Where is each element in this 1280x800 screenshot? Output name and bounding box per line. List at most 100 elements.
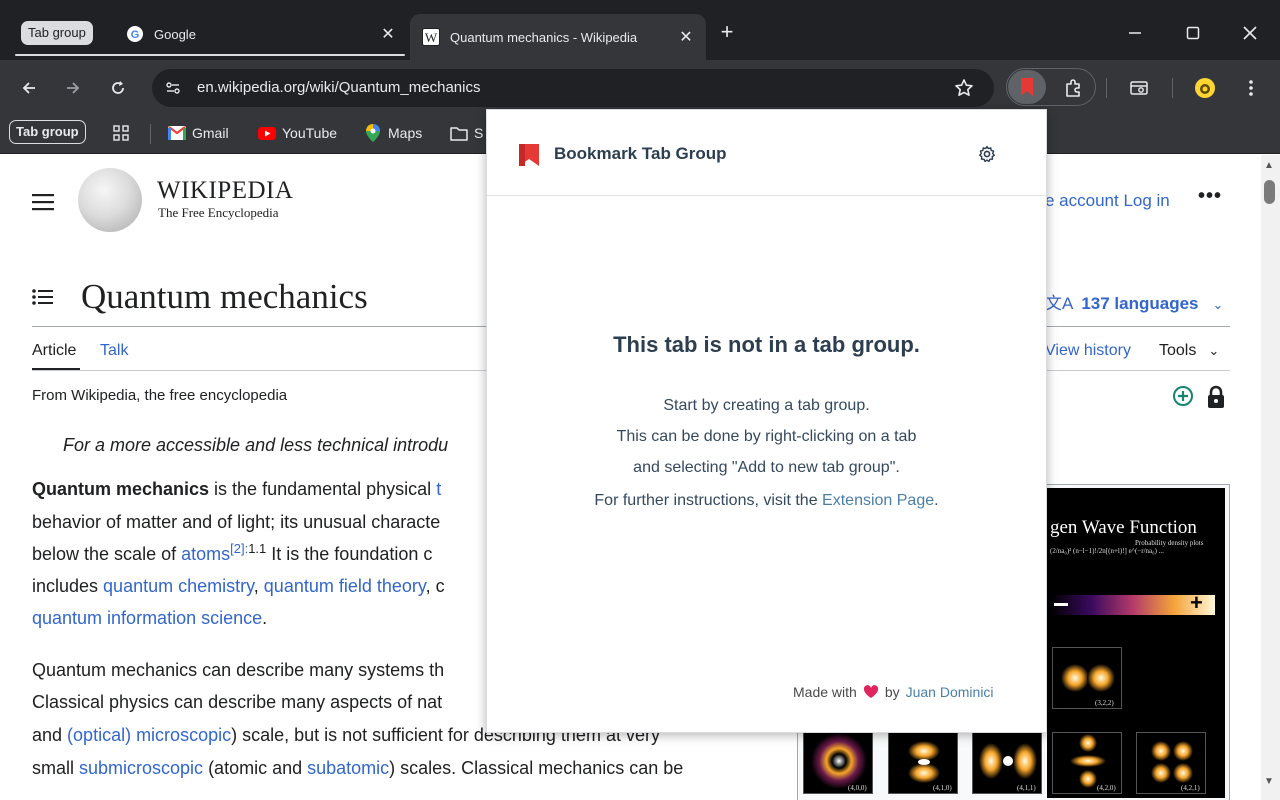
- subatomic-link[interactable]: subatomic: [307, 758, 389, 778]
- wikipedia-globe-logo[interactable]: [78, 168, 142, 232]
- tab-wikipedia[interactable]: W Quantum mechanics - Wikipedia ✕: [410, 14, 706, 60]
- minimize-button[interactable]: [1122, 20, 1148, 46]
- site-sub: From Wikipedia, the free encyclopedia: [32, 387, 288, 404]
- bookmark-folder[interactable]: S: [450, 123, 483, 143]
- bookmark-label: S: [474, 125, 484, 141]
- tools-label: Tools: [1159, 342, 1197, 359]
- main-menu-icon[interactable]: [32, 193, 54, 216]
- maximize-button[interactable]: [1180, 20, 1206, 46]
- extensions-puzzle-icon[interactable]: [1060, 75, 1086, 101]
- quantum-chemistry-link[interactable]: quantum chemistry: [103, 576, 254, 596]
- scroll-down-icon[interactable]: ▼: [1264, 776, 1274, 787]
- footer-text: Made with: [793, 684, 857, 700]
- orbital-plot: (4,2,1): [1136, 732, 1206, 794]
- svg-text:G: G: [131, 29, 140, 41]
- reload-button[interactable]: [105, 75, 131, 101]
- orbital-plot: (4,0,0): [803, 732, 873, 794]
- back-button[interactable]: [16, 75, 42, 101]
- more-options-icon[interactable]: •••: [1198, 185, 1222, 208]
- bookmark-tab-group-chip[interactable]: Tab group: [9, 120, 86, 144]
- reading-mode-icon[interactable]: [1126, 75, 1152, 101]
- paragraph-line: Quantum mechanics can describe many syst…: [32, 660, 445, 680]
- bookmark-youtube[interactable]: YouTube: [258, 123, 337, 143]
- orbital-label: (4,2,1): [1181, 784, 1200, 792]
- citation-link[interactable]: [2]:: [230, 541, 248, 556]
- tools-menu[interactable]: Tools ⌄: [1159, 342, 1219, 360]
- wikipedia-tagline: The Free Encyclopedia: [158, 205, 279, 220]
- footer-text: by: [884, 684, 900, 700]
- maps-pin-icon: [364, 124, 382, 142]
- orbital-label: (4,1,1): [1017, 784, 1036, 792]
- bookmark-label: YouTube: [282, 125, 338, 141]
- bookmark-label: Maps: [388, 125, 423, 141]
- scroll-up-icon[interactable]: ▲: [1264, 160, 1274, 171]
- orbital-plot: (4,1,1): [972, 732, 1042, 794]
- close-window-button[interactable]: [1237, 20, 1263, 46]
- atoms-link[interactable]: atoms: [181, 544, 230, 564]
- page-title: Quantum mechanics: [81, 277, 368, 316]
- tab-group-underline: [15, 54, 405, 56]
- heart-icon: [863, 685, 879, 699]
- settings-gear-icon[interactable]: [976, 143, 998, 165]
- bookmark-tab-group-popup: Bookmark Tab Group This tab is not in a …: [486, 109, 1047, 733]
- popup-footer: Made with by Juan Dominici: [793, 684, 994, 700]
- lock-icon[interactable]: [1206, 385, 1226, 414]
- submicroscopic-link[interactable]: submicroscopic: [79, 758, 203, 778]
- paragraph-line: below the scale of atoms[2]:1.1 It is th…: [32, 541, 433, 564]
- tab-view-history[interactable]: View history: [1045, 342, 1131, 360]
- quantum-information-science-link[interactable]: quantum information science: [32, 608, 262, 628]
- instruction-line: This can be done by right-clicking on a …: [616, 428, 917, 445]
- forward-button[interactable]: [60, 75, 86, 101]
- paragraph-line: behavior of matter and of light; its unu…: [32, 512, 441, 532]
- tab-group-chip[interactable]: Tab group: [21, 21, 93, 45]
- tab-article[interactable]: Article: [32, 342, 76, 360]
- orbital-plot: (4,2,0): [1052, 732, 1122, 794]
- new-tab-button[interactable]: +: [716, 21, 738, 44]
- tab-google[interactable]: G Google ✕: [118, 16, 406, 52]
- author-link[interactable]: Juan Dominici: [906, 684, 994, 700]
- profile-avatar[interactable]: [1192, 75, 1218, 101]
- table-of-contents-icon[interactable]: [32, 288, 54, 311]
- extension-page-link[interactable]: Extension Page: [822, 492, 934, 509]
- scrollbar-thumb[interactable]: [1264, 180, 1275, 204]
- site-settings-icon[interactable]: [160, 75, 186, 101]
- paragraph-line: quantum information science.: [32, 608, 268, 628]
- bookmark-star-icon[interactable]: [951, 75, 977, 101]
- wikipedia-wordmark[interactable]: WIKIPEDIA: [157, 177, 293, 205]
- tab-talk[interactable]: Talk: [100, 342, 128, 360]
- tab-title: Google: [154, 26, 196, 42]
- languages-label: 137 languages: [1081, 294, 1199, 313]
- close-tab-icon[interactable]: ✕: [378, 24, 398, 44]
- inline-link[interactable]: t: [436, 479, 441, 499]
- account-links[interactable]: e account Log in: [1045, 191, 1170, 211]
- svg-text:W: W: [425, 30, 438, 45]
- bookmark-logo-icon: [517, 142, 541, 173]
- chrome-menu-icon[interactable]: [1238, 75, 1264, 101]
- orbital-plot: (4,1,0): [888, 732, 958, 794]
- languages-button[interactable]: 文A 137 languages ⌄: [1045, 289, 1223, 314]
- apps-grid-icon[interactable]: [112, 123, 130, 143]
- wave-function-subtitle: Probability density plots: [1135, 539, 1204, 547]
- good-article-icon[interactable]: [1172, 385, 1194, 412]
- orbital-label: (3,2,2): [1095, 699, 1114, 707]
- instruction-line: Start by creating a tab group.: [663, 397, 870, 414]
- microscopic-link[interactable]: (optical) microscopic: [67, 725, 231, 745]
- wave-function-formula: (2/na₀)³ (n−l−1)!/2n[(n+l)!] e^(−r/na₀) …: [1050, 547, 1164, 555]
- popup-heading: This tab is not in a tab group.: [613, 332, 920, 357]
- google-icon: G: [126, 25, 144, 43]
- instruction-line: For further instructions, visit the Exte…: [594, 492, 939, 509]
- paragraph-line: small submicroscopic (atomic and subatom…: [32, 758, 684, 778]
- bookmark-extension-icon[interactable]: [1014, 74, 1040, 100]
- folder-icon: [450, 124, 468, 142]
- youtube-icon: [258, 124, 276, 142]
- plus-icon: +: [1190, 590, 1203, 615]
- bookmark-gmail[interactable]: Gmail: [168, 123, 229, 143]
- page-scrollbar[interactable]: [1261, 155, 1280, 800]
- minus-icon: [1054, 603, 1068, 606]
- close-tab-icon[interactable]: ✕: [676, 27, 696, 47]
- paragraph-line: Quantum mechanics is the fundamental phy…: [32, 479, 442, 499]
- bookmark-maps[interactable]: Maps: [364, 123, 422, 143]
- url-text[interactable]: en.wikipedia.org/wiki/Quantum_mechanics: [197, 78, 480, 98]
- quantum-field-theory-link[interactable]: quantum field theory: [264, 576, 426, 596]
- bookmark-label: Gmail: [192, 125, 229, 141]
